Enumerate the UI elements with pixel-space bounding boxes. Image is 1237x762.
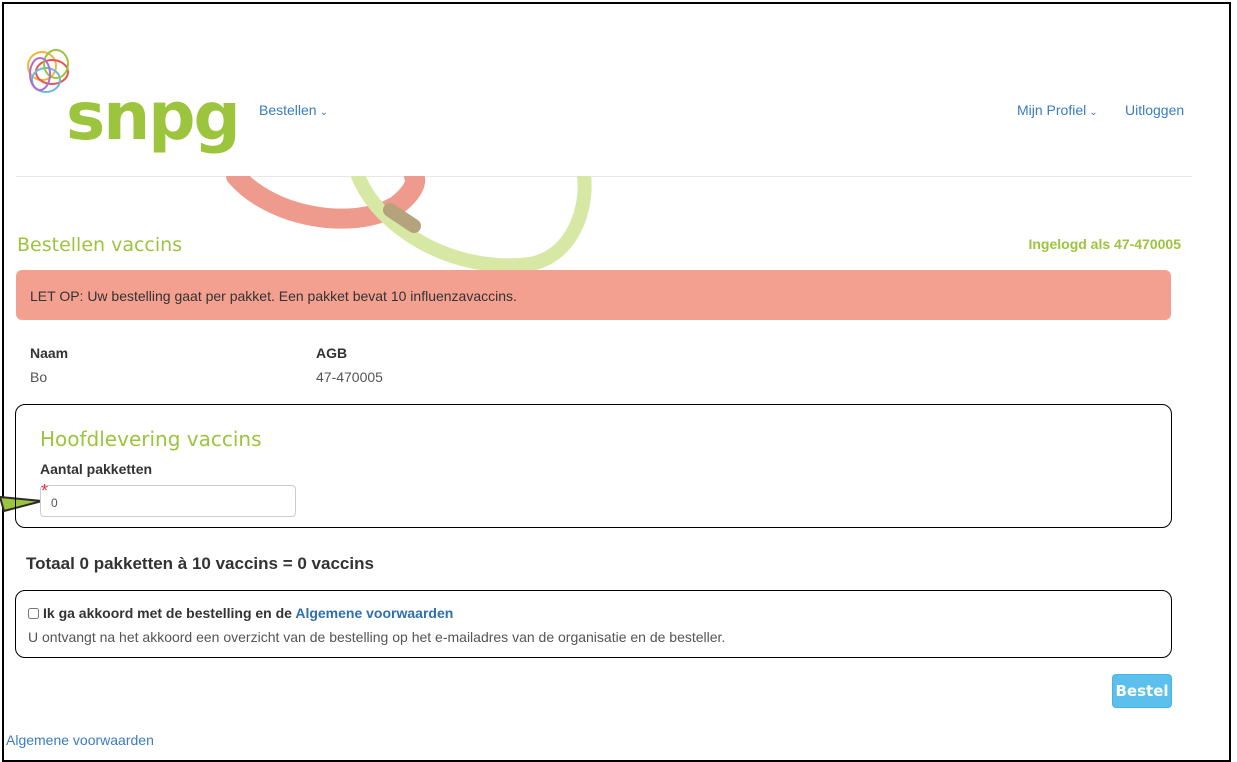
agreement-label[interactable]: Ik ga akkoord met de bestelling en de Al…: [43, 605, 453, 621]
delivery-panel: Hoofdlevering vaccins Aantal pakketten *: [15, 404, 1172, 528]
agreement-note: U ontvangt na het akkoord een overzicht …: [28, 629, 726, 645]
bestel-button[interactable]: Bestel: [1112, 674, 1172, 708]
alert-banner: LET OP: Uw bestelling gaat per pakket. E…: [16, 270, 1171, 320]
required-asterisk-icon: *: [41, 481, 49, 501]
logged-in-label: Ingelogd als 47-470005: [1028, 236, 1181, 252]
agreement-row: Ik ga akkoord met de bestelling en de Al…: [28, 605, 453, 621]
page-title: Bestellen vaccins: [17, 234, 183, 256]
nav-uitloggen[interactable]: Uitloggen: [1125, 102, 1184, 118]
quantity-label: Aantal pakketten: [40, 461, 153, 477]
chevron-down-icon: ⌄: [1089, 107, 1098, 118]
nav-divider: [16, 176, 1192, 177]
quantity-field[interactable]: *: [40, 481, 296, 517]
footer-terms-link[interactable]: Algemene voorwaarden: [6, 732, 154, 748]
decorative-swoosh: [226, 176, 592, 273]
agreement-checkbox[interactable]: [28, 608, 39, 619]
delivery-title: Hoofdlevering vaccins: [40, 427, 262, 451]
alert-text: LET OP: Uw bestelling gaat per pakket. E…: [30, 288, 517, 304]
naam-label: Naam: [30, 345, 69, 361]
nav-mijn-profiel[interactable]: Mijn Profiel ⌄: [1017, 102, 1098, 118]
chevron-down-icon: ⌄: [319, 107, 328, 118]
nav-bestellen[interactable]: Bestellen ⌄: [259, 102, 328, 118]
nav-bestellen-label: Bestellen: [259, 102, 317, 118]
terms-link[interactable]: Algemene voorwaarden: [295, 605, 453, 621]
agreement-prefix: Ik ga akkoord met de bestelling en de: [43, 605, 292, 621]
logo-wordmark[interactable]: snpg: [66, 84, 241, 150]
nav-profile-label: Mijn Profiel: [1017, 102, 1087, 118]
order-total: Totaal 0 pakketten à 10 vaccins = 0 vacc…: [26, 554, 374, 573]
agb-value: 47-470005: [316, 369, 383, 385]
quantity-input[interactable]: [51, 496, 251, 510]
agreement-panel: Ik ga akkoord met de bestelling en de Al…: [15, 590, 1172, 658]
naam-value: Bo: [30, 369, 48, 385]
agb-label: AGB: [316, 345, 348, 361]
